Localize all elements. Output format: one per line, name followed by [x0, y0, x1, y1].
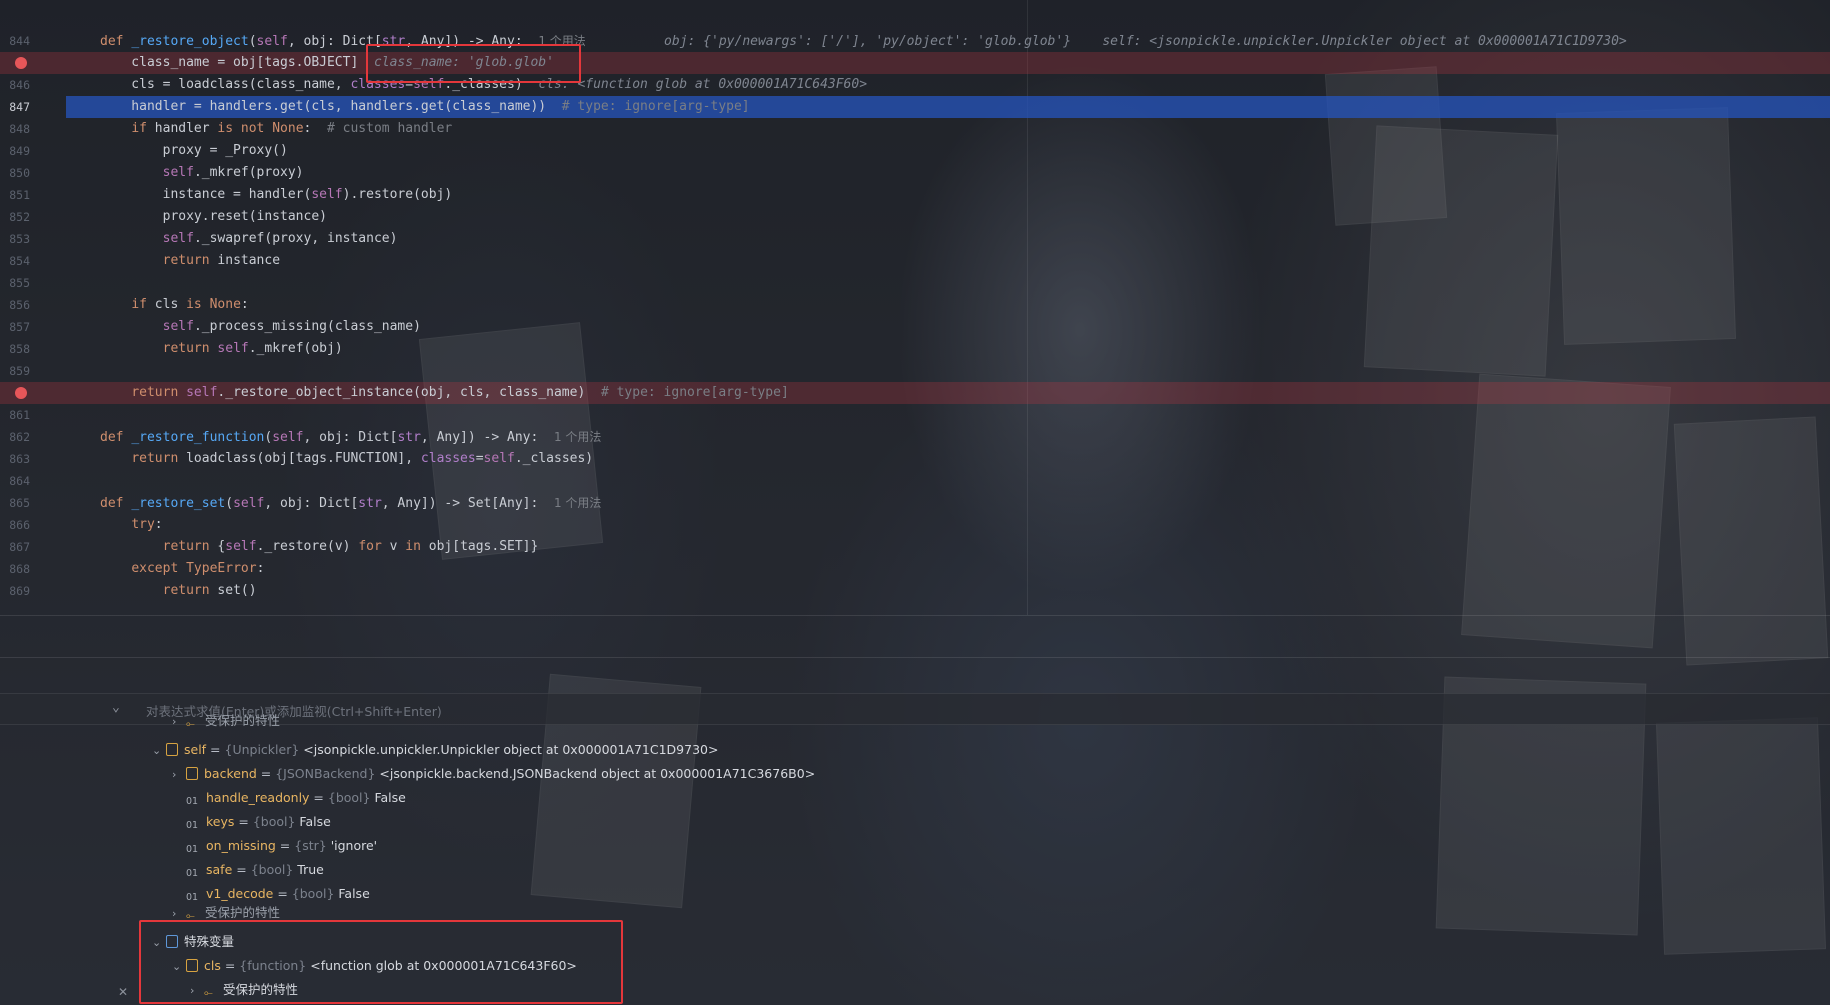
code-line[interactable]: 863 return loadclass(obj[tags.FUNCTION],…	[0, 448, 1830, 470]
code-text: def _restore_set(self, obj: Dict[str, An…	[100, 496, 602, 511]
code-line[interactable]: 859	[0, 360, 1830, 382]
code-text: return {self._restore(v) for v in obj[ta…	[162, 539, 539, 554]
primitive-icon: 01	[186, 796, 199, 807]
line-number[interactable]: 865	[0, 492, 30, 514]
code-text: self._mkref(proxy)	[162, 165, 304, 180]
code-line[interactable]: 851 instance = handler(self).restore(obj…	[0, 184, 1830, 206]
code-text: instance = handler(self).restore(obj)	[100, 187, 453, 202]
primitive-icon: 01	[186, 820, 199, 831]
line-number[interactable]: 852	[0, 206, 30, 228]
code-text: return self._mkref(obj)	[162, 341, 343, 356]
special-vars-highlight-box	[139, 920, 623, 1004]
tree-item-safe[interactable]: 01 safe = {bool} True	[172, 858, 324, 882]
code-line[interactable]: 848 if handler is not None: # custom han…	[0, 118, 1830, 140]
code-text: except TypeError:	[131, 561, 265, 576]
code-line[interactable]: 846 cls = loadclass(class_name, classes=…	[0, 74, 1830, 96]
class-name-highlight-box	[366, 44, 581, 83]
line-number[interactable]: 847	[0, 96, 30, 118]
code-line[interactable]: 866 try:	[0, 514, 1830, 536]
chevron-right-icon[interactable]: ›	[172, 763, 186, 787]
code-text: return loadclass(obj[tags.FUNCTION], cla…	[131, 451, 594, 466]
code-line[interactable]: 862 def _restore_function(self, obj: Dict…	[0, 426, 1830, 448]
code-text: if handler is not None: # custom handler	[131, 121, 453, 136]
code-text: self._swapref(proxy, instance)	[162, 231, 398, 246]
code-text: handler = handlers.get(cls, handlers.get…	[100, 99, 750, 114]
code-line[interactable]: 855	[0, 272, 1830, 294]
code-text: return self._restore_object_instance(obj…	[131, 385, 789, 400]
line-number[interactable]: 869	[0, 580, 30, 602]
line-number[interactable]: 861	[0, 404, 30, 426]
line-number[interactable]: 864	[0, 470, 30, 492]
code-line[interactable]: 864	[0, 470, 1830, 492]
code-editor[interactable]: 844 def _restore_object(self, obj: Dict[s…	[0, 0, 1830, 615]
code-line[interactable]: 868 except TypeError:	[0, 558, 1830, 580]
tree-item-protected-attrs[interactable]: › ⟜ 受保护的特性	[172, 906, 280, 920]
tree-item-on_missing[interactable]: 01 on_missing = {str} 'ignore'	[172, 834, 377, 858]
line-number[interactable]: 858	[0, 338, 30, 360]
line-number[interactable]: 846	[0, 74, 30, 96]
line-number[interactable]: 853	[0, 228, 30, 250]
code-line[interactable]: 865 def _restore_set(self, obj: Dict[str,…	[0, 492, 1830, 514]
tree-item-protected-partial[interactable]: › ⟜ 受保护的特性	[172, 714, 280, 728]
primitive-icon: 01	[186, 868, 199, 879]
tree-item-self[interactable]: ⌄ self = {Unpickler} <jsonpickle.unpickle…	[152, 738, 718, 762]
code-line[interactable]: class_name = obj[tags.OBJECT] class_name…	[0, 52, 1830, 74]
chevron-down-icon[interactable]: ⌄	[152, 739, 166, 763]
line-number[interactable]: 868	[0, 558, 30, 580]
line-number[interactable]: 854	[0, 250, 30, 272]
object-icon	[166, 743, 178, 756]
line-number[interactable]: 862	[0, 426, 30, 448]
code-line[interactable]: 861	[0, 404, 1830, 426]
object-icon	[186, 767, 198, 780]
tree-item-v1_decode[interactable]: 01 v1_decode = {bool} False	[172, 882, 370, 906]
line-number[interactable]: 851	[0, 184, 30, 206]
code-line[interactable]: 852 proxy.reset(instance)	[0, 206, 1830, 228]
code-line[interactable]: 867 return {self._restore(v) for v in ob…	[0, 536, 1830, 558]
code-text: if cls is None:	[131, 297, 249, 312]
line-number[interactable]: 863	[0, 448, 30, 470]
code-text: self._process_missing(class_name)	[162, 319, 421, 334]
tree-item-backend[interactable]: › backend = {JSONBackend} <jsonpickle.bac…	[172, 762, 815, 786]
code-line[interactable]: 869 return set()	[0, 580, 1830, 602]
primitive-icon: 01	[186, 844, 199, 855]
code-text: def _restore_function(self, obj: Dict[st…	[100, 430, 602, 445]
code-line[interactable]: 844 def _restore_object(self, obj: Dict[s…	[0, 30, 1830, 52]
tree-item-handle_readonly[interactable]: 01 handle_readonly = {bool} False	[172, 786, 406, 810]
line-number[interactable]: 848	[0, 118, 30, 140]
chevron-down-icon[interactable]: ⌄	[112, 700, 120, 715]
line-number[interactable]: 866	[0, 514, 30, 536]
breakpoint-icon[interactable]	[15, 387, 27, 399]
line-number[interactable]: 844	[0, 30, 30, 52]
line-number[interactable]: 859	[0, 360, 30, 382]
breakpoint-icon[interactable]	[15, 57, 27, 69]
line-number[interactable]: 849	[0, 140, 30, 162]
close-icon[interactable]: ✕	[118, 985, 128, 999]
code-text: return instance	[162, 253, 281, 268]
code-line[interactable]: 850 self._mkref(proxy)	[0, 162, 1830, 184]
code-line[interactable]: 856 if cls is None:	[0, 294, 1830, 316]
code-line[interactable]: 857 self._process_missing(class_name)	[0, 316, 1830, 338]
code-line[interactable]: 847 handler = handlers.get(cls, handlers…	[9, 96, 1830, 118]
line-number[interactable]: 867	[0, 536, 30, 558]
line-number[interactable]: 850	[0, 162, 30, 184]
code-line[interactable]: return self._restore_object_instance(obj…	[0, 382, 1830, 404]
line-number[interactable]: 857	[0, 316, 30, 338]
code-text: proxy = _Proxy()	[100, 143, 288, 158]
code-line[interactable]: 853 self._swapref(proxy, instance)	[0, 228, 1830, 250]
code-text: proxy.reset(instance)	[100, 209, 327, 224]
tree-item-keys[interactable]: 01 keys = {bool} False	[172, 810, 331, 834]
line-number[interactable]: 856	[0, 294, 30, 316]
code-line[interactable]: 858 return self._mkref(obj)	[0, 338, 1830, 360]
code-line[interactable]: 854 return instance	[0, 250, 1830, 272]
code-line[interactable]: 849 proxy = _Proxy()	[0, 140, 1830, 162]
code-text: return set()	[162, 583, 257, 598]
code-text: try:	[131, 517, 163, 532]
code-text: def _restore_object(self, obj: Dict[str,…	[100, 34, 1627, 49]
line-number[interactable]: 855	[0, 272, 30, 294]
primitive-icon: 01	[186, 892, 199, 903]
